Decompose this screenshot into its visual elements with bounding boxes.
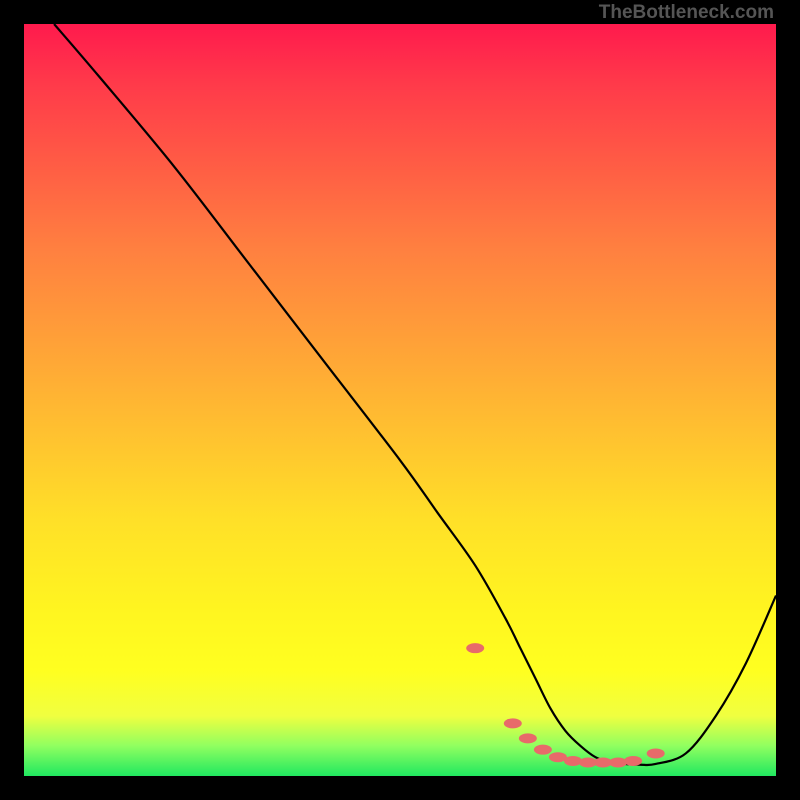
plot-area: [24, 24, 776, 776]
chart-frame: TheBottleneck.com: [0, 0, 800, 800]
watermark-text: TheBottleneck.com: [599, 2, 774, 24]
